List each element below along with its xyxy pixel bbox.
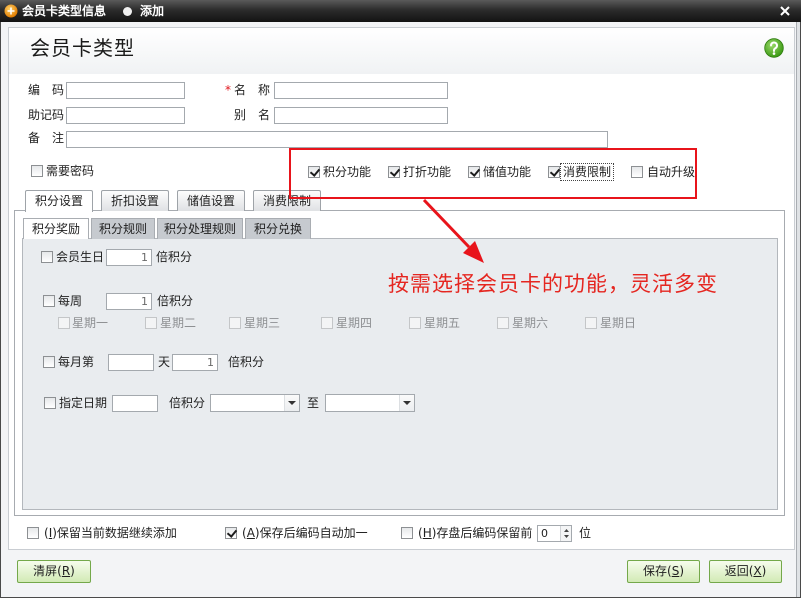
window-title: 会员卡类型信息 [22,4,107,18]
weekday-wednesday-label[interactable]: 星期三 [244,315,280,331]
subtab-points-rules[interactable]: 积分规则 [91,218,155,239]
remark-label: 备 注 [28,131,65,145]
code-input[interactable] [66,82,185,99]
clear-button[interactable]: 清屏(R) [17,560,91,583]
feature-stored-value-label[interactable]: 储值功能 [483,164,531,180]
feature-discount-label[interactable]: 打折功能 [403,164,451,180]
weekday-sunday-label[interactable]: 星期日 [600,315,636,331]
feature-auto-upgrade-checkbox[interactable] [631,166,643,178]
subtab-points-reward[interactable]: 积分奖励 [23,218,89,239]
weekday-thursday-label[interactable]: 星期四 [336,315,372,331]
monthly-multiplier-input[interactable] [172,354,218,371]
tab-spending-limit[interactable]: 消费限制 [253,190,321,211]
monthly-day-input[interactable] [108,354,154,371]
weekday-saturday-label[interactable]: 星期六 [512,315,548,331]
weekday-tuesday-checkbox[interactable] [145,317,157,329]
save-button[interactable]: 保存(S) [627,560,700,583]
birthday-checkbox[interactable] [41,251,53,263]
keep-data-label[interactable]: (I)保留当前数据继续添加 [44,525,177,541]
back-button[interactable]: 返回(X) [709,560,782,583]
subtab-points-processing-rules[interactable]: 积分处理规则 [157,218,243,239]
mnemonic-label: 助记码 [28,108,65,122]
feature-spending-limit-label[interactable]: 消费限制 [559,163,615,181]
weekday-wednesday-checkbox[interactable] [229,317,241,329]
feature-points-checkbox[interactable] [308,166,320,178]
app-logo-icon [4,4,18,18]
weekday-friday-checkbox[interactable] [409,317,421,329]
weekly-unit-label: 倍积分 [157,294,194,308]
separator-dot-icon [123,7,132,16]
birthday-unit-label: 倍积分 [156,250,193,264]
window-right-edge [796,22,800,597]
feature-discount-checkbox[interactable] [388,166,400,178]
to-label: 至 [307,396,320,410]
weekly-multiplier-input[interactable] [106,293,152,310]
need-password-checkbox[interactable] [31,165,43,177]
keep-prefix-label[interactable]: (H)存盘后编码保留前 [418,525,532,541]
prefix-digits-stepper[interactable]: 0 [537,525,572,542]
title-bar[interactable]: 会员卡类型信息 添加 [0,0,801,22]
code-label: 编 码 [28,83,65,97]
start-date-dropdown[interactable] [210,394,300,412]
window-mode: 添加 [140,4,165,18]
monthly-label[interactable]: 每月第 [58,354,94,370]
chevron-down-icon[interactable] [284,395,299,411]
need-password-label[interactable]: 需要密码 [46,163,94,179]
tab-discount-settings[interactable]: 折扣设置 [101,190,169,211]
alias-input[interactable] [274,107,448,124]
date-range-label[interactable]: 指定日期 [59,395,107,411]
required-mark: * [225,83,231,97]
end-date-dropdown[interactable] [325,394,415,412]
remark-input[interactable] [66,131,608,148]
auto-increment-checkbox[interactable] [225,527,237,539]
weekday-monday-checkbox[interactable] [58,317,70,329]
date-range-multiplier-input[interactable] [112,395,158,412]
date-range-unit-label: 倍积分 [169,396,206,410]
feature-auto-upgrade-label[interactable]: 自动升级 [647,164,695,180]
monthly-checkbox[interactable] [43,356,55,368]
monthly-unit-label: 倍积分 [228,355,265,369]
keep-data-checkbox[interactable] [27,527,39,539]
mnemonic-input[interactable] [66,107,185,124]
weekday-thursday-checkbox[interactable] [321,317,333,329]
tab-points-settings[interactable]: 积分设置 [25,190,93,212]
help-icon[interactable] [764,38,784,58]
birthday-label[interactable]: 会员生日 [56,249,104,265]
chevron-down-icon[interactable] [399,395,414,411]
weekday-saturday-checkbox[interactable] [497,317,509,329]
name-input[interactable] [274,82,448,99]
feature-spending-limit-checkbox[interactable] [548,166,560,178]
annotation-text: 按需选择会员卡的功能，灵活多变 [388,272,718,296]
stepper-arrows-icon[interactable] [560,526,571,541]
weekly-label[interactable]: 每周 [58,293,82,309]
weekday-friday-label[interactable]: 星期五 [424,315,460,331]
monthly-day-unit-label: 天 [158,355,171,369]
birthday-multiplier-input[interactable] [106,249,152,266]
date-range-checkbox[interactable] [44,397,56,409]
feature-points-label[interactable]: 积分功能 [323,164,371,180]
tab-stored-value-settings[interactable]: 储值设置 [177,190,245,211]
prefix-digits-unit: 位 [579,526,592,540]
page-title: 会员卡类型 [30,36,135,60]
alias-label: 别 名 [234,108,271,122]
weekly-checkbox[interactable] [43,295,55,307]
close-icon[interactable] [779,5,791,17]
auto-increment-label[interactable]: (A)保存后编码自动加一 [242,525,368,541]
weekday-monday-label[interactable]: 星期一 [72,315,108,331]
weekday-tuesday-label[interactable]: 星期二 [160,315,196,331]
name-label: 名 称 [234,83,271,97]
weekday-sunday-checkbox[interactable] [585,317,597,329]
subtab-points-redeem[interactable]: 积分兑换 [245,218,311,239]
prefix-digits-value[interactable]: 0 [541,526,548,541]
feature-stored-value-checkbox[interactable] [468,166,480,178]
keep-prefix-checkbox[interactable] [401,527,413,539]
